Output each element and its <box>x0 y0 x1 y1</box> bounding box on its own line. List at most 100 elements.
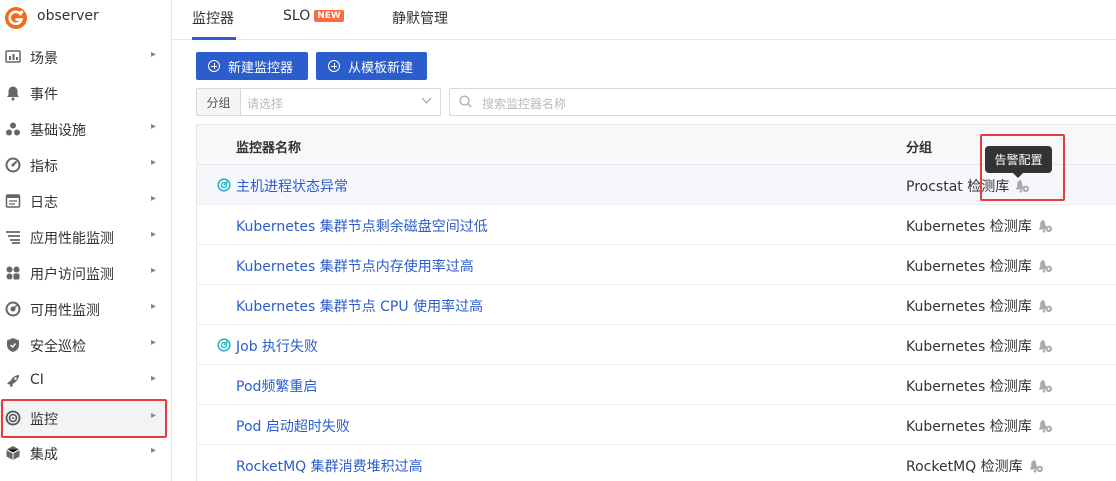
tab-active-indicator <box>192 37 236 40</box>
table-header: 监控器名称 分组 <box>197 125 1116 165</box>
sidebar-item-label: 场景 <box>30 51 58 67</box>
monitor-name-link[interactable]: 主机进程状态异常 <box>236 176 348 196</box>
chevron-right-icon: ▸ <box>150 265 156 276</box>
monitor-group-label: Kubernetes 检测库 <box>906 379 1032 395</box>
monitor-group-cell: Kubernetes 检测库 <box>906 296 1053 316</box>
new-monitor-button[interactable]: 新建监控器 <box>196 52 308 80</box>
apm-icon <box>6 231 20 244</box>
new-badge: NEW <box>314 10 344 22</box>
search-icon <box>459 95 472 108</box>
chevron-right-icon: ▸ <box>150 373 156 384</box>
sidebar-item-availability[interactable]: 可用性监测 ▸ <box>0 291 168 327</box>
sidebar-item-label: 用户访问监测 <box>30 267 114 283</box>
monitor-group-label: Kubernetes 检测库 <box>906 219 1032 235</box>
sidebar-item-security[interactable]: 安全巡检 ▸ <box>0 327 168 363</box>
table-row[interactable]: Kubernetes 集群节点 CPU 使用率过高 Kubernetes 检测库 <box>197 285 1116 325</box>
sidebar-item-integration[interactable]: 集成 ▸ <box>0 435 168 471</box>
new-monitor-label: 新建监控器 <box>228 60 294 76</box>
bell-icon <box>7 86 19 101</box>
sidebar: observer 场景 ▸ 事件 基础设施 ▸ 指标 ▸ 日志 ▸ 应用性能监测… <box>0 0 172 481</box>
monitor-group-cell: Kubernetes 检测库 <box>906 336 1053 356</box>
monitor-name-link[interactable]: Pod频繁重启 <box>236 376 317 396</box>
table-row[interactable]: Pod频繁重启 Kubernetes 检测库 <box>197 365 1116 405</box>
alert-config-icon[interactable] <box>1037 218 1053 234</box>
chevron-right-icon: ▸ <box>150 301 156 312</box>
monitor-table: 监控器名称 分组 主机进程状态异常 Procstat 检测库 Kubernetes … <box>196 124 1116 481</box>
monitor-group-cell: Kubernetes 检测库 <box>906 376 1053 396</box>
app-name: observer <box>37 8 99 24</box>
monitor-group-label: Procstat 检测库 <box>906 179 1010 195</box>
group-filter-label: 分组 <box>197 89 241 115</box>
monitor-status-icon <box>217 338 231 352</box>
alert-config-icon[interactable] <box>1014 178 1030 194</box>
availability-icon <box>5 301 21 317</box>
tab-mute-management[interactable]: 静默管理 <box>392 8 448 28</box>
table-row[interactable]: Pod 启动超时失败 Kubernetes 检测库 <box>197 405 1116 445</box>
group-filter: 分组 请选择 <box>196 88 441 116</box>
monitor-status-icon <box>217 178 231 192</box>
chevron-right-icon: ▸ <box>150 229 156 240</box>
sidebar-item-label: 基础设施 <box>30 123 86 139</box>
chevron-right-icon: ▸ <box>150 121 156 132</box>
rocket-icon <box>7 375 19 388</box>
tab-slo[interactable]: SLO NEW <box>283 8 344 24</box>
plus-circle-icon <box>208 60 220 72</box>
alert-config-icon[interactable] <box>1037 418 1053 434</box>
from-template-button[interactable]: 从模板新建 <box>316 52 427 80</box>
alert-config-icon[interactable] <box>1037 378 1053 394</box>
rum-icon <box>6 266 20 280</box>
search-input[interactable]: 搜索监控器名称 <box>449 88 1116 116</box>
alert-config-icon[interactable] <box>1037 298 1053 314</box>
brand[interactable]: observer <box>0 0 172 36</box>
sidebar-item-label: 可用性监测 <box>30 303 100 319</box>
sidebar-item-infrastructure[interactable]: 基础设施 ▸ <box>0 111 168 147</box>
chevron-right-icon: ▸ <box>150 445 156 456</box>
monitor-group-label: Kubernetes 检测库 <box>906 299 1032 315</box>
monitor-name-link[interactable]: Kubernetes 集群节点内存使用率过高 <box>236 256 474 276</box>
monitor-group-cell: Kubernetes 检测库 <box>906 416 1053 436</box>
column-header-group: 分组 <box>906 141 933 156</box>
sidebar-item-label: 指标 <box>30 159 58 175</box>
alert-config-icon[interactable] <box>1037 338 1053 354</box>
sidebar-item-label: 应用性能监测 <box>30 231 114 247</box>
plus-circle-icon <box>328 60 340 72</box>
group-select[interactable]: 请选择 <box>241 89 440 115</box>
dashboard-icon <box>5 50 21 63</box>
monitor-group-label: RocketMQ 检测库 <box>906 459 1023 475</box>
sidebar-item-metrics[interactable]: 指标 ▸ <box>0 147 168 183</box>
monitor-name-link[interactable]: Kubernetes 集群节点 CPU 使用率过高 <box>236 296 483 316</box>
monitor-name-link[interactable]: Job 执行失败 <box>236 336 318 356</box>
chevron-right-icon: ▸ <box>150 337 156 348</box>
monitor-name-link[interactable]: RocketMQ 集群消费堆积过高 <box>236 456 423 476</box>
logo-icon <box>5 7 27 29</box>
monitor-name-link[interactable]: Pod 启动超时失败 <box>236 416 350 436</box>
from-template-label: 从模板新建 <box>348 60 414 76</box>
table-row[interactable]: RocketMQ 集群消费堆积过高 RocketMQ 检测库 <box>197 445 1116 481</box>
sidebar-item-events[interactable]: 事件 <box>0 75 168 111</box>
chevron-right-icon: ▸ <box>150 157 156 168</box>
metrics-icon <box>5 157 21 173</box>
table-row[interactable]: 主机进程状态异常 Procstat 检测库 <box>197 165 1116 205</box>
sidebar-item-logs[interactable]: 日志 ▸ <box>0 183 168 219</box>
table-row[interactable]: Job 执行失败 Kubernetes 检测库 <box>197 325 1116 365</box>
table-row[interactable]: Kubernetes 集群节点剩余磁盘空间过低 Kubernetes 检测库 <box>197 205 1116 245</box>
monitor-group-cell: Procstat 检测库 <box>906 176 1030 196</box>
monitor-name-link[interactable]: Kubernetes 集群节点剩余磁盘空间过低 <box>236 216 488 236</box>
sidebar-item-label: CI <box>30 372 44 388</box>
sidebar-item-rum[interactable]: 用户访问监测 ▸ <box>0 255 168 291</box>
chevron-right-icon: ▸ <box>150 49 156 60</box>
search-placeholder: 搜索监控器名称 <box>482 97 567 111</box>
chevron-down-icon <box>421 93 432 104</box>
sidebar-item-monitor[interactable]: 监控 ▸ <box>0 400 168 436</box>
log-icon <box>5 194 21 208</box>
sidebar-item-label: 事件 <box>30 87 58 103</box>
sidebar-item-ci[interactable]: CI ▸ <box>0 363 168 399</box>
sidebar-item-scenes[interactable]: 场景 ▸ <box>0 39 168 75</box>
sidebar-item-apm[interactable]: 应用性能监测 ▸ <box>0 219 168 255</box>
tab-monitors[interactable]: 监控器 <box>192 8 234 28</box>
alert-config-icon[interactable] <box>1037 258 1053 274</box>
tab-slo-label: SLO <box>283 8 311 24</box>
alert-config-icon[interactable] <box>1028 458 1044 474</box>
table-row[interactable]: Kubernetes 集群节点内存使用率过高 Kubernetes 检测库 <box>197 245 1116 285</box>
sidebar-item-label: 集成 <box>30 447 58 463</box>
